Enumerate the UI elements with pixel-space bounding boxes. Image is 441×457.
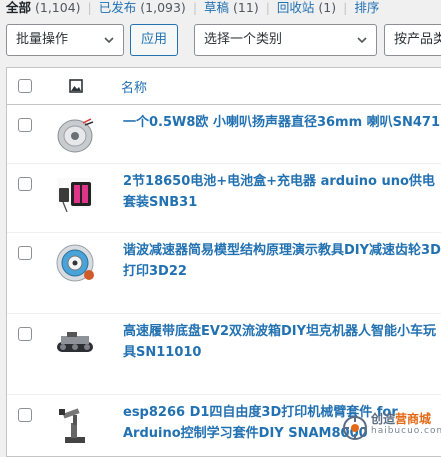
watermark-domain: haibucuo.com xyxy=(371,426,441,436)
watermark: 创造营商城 haibucuo.com xyxy=(343,408,441,448)
separator: | xyxy=(192,0,198,15)
separator: | xyxy=(87,0,92,15)
product-type-select[interactable]: 按产品类 xyxy=(384,24,441,56)
bulk-action-value: 批量操作 xyxy=(16,32,69,47)
filter-all[interactable]: 全部 (1,104) xyxy=(6,0,81,15)
separator: | xyxy=(343,0,348,15)
table-row: 谐波减速器简易模型结构原理演示教具DIY减速齿轮3D打印3D22 xyxy=(7,233,441,314)
row-checkbox[interactable] xyxy=(18,246,32,260)
filter-trash[interactable]: 回收站 (1) xyxy=(277,0,336,15)
table-header: 名称 xyxy=(7,68,441,105)
row-checkbox[interactable] xyxy=(18,327,32,341)
row-checkbox[interactable] xyxy=(18,408,32,422)
category-value: 选择一个类别 xyxy=(204,32,283,47)
row-checkbox[interactable] xyxy=(18,177,32,191)
battery-kit-thumbnail[interactable] xyxy=(53,172,97,216)
table-nav: 批量操作 应用 选择一个类别 按产品类 xyxy=(0,24,441,60)
product-title-link[interactable]: 一个0.5W8欧 小喇叭扬声器直径36mm 喇叭SN471 xyxy=(123,112,441,133)
product-type-value: 按产品类 xyxy=(394,32,441,47)
status-filter-bar: 全部 (1,104) | 已发布 (1,093) | 草稿 (11) | 回收站 (1) | 排… xyxy=(6,0,379,16)
speaker-thumbnail[interactable] xyxy=(53,113,97,157)
filter-drafts[interactable]: 草稿 (11) xyxy=(204,0,259,15)
robot-arm-thumbnail[interactable] xyxy=(53,403,97,447)
harmonic-reducer-thumbnail[interactable] xyxy=(53,241,97,285)
watermark-logo-icon xyxy=(343,416,367,440)
filter-published[interactable]: 已发布 (1,093) xyxy=(99,0,186,15)
table-row: 一个0.5W8欧 小喇叭扬声器直径36mm 喇叭SN471 xyxy=(7,105,441,164)
tank-chassis-thumbnail[interactable] xyxy=(53,322,97,366)
products-table: 名称 一个0.5W8欧 小喇叭扬声器直径36mm 喇叭SN471 2节18650… xyxy=(6,67,441,457)
column-header-name[interactable]: 名称 xyxy=(121,77,147,96)
product-title-link[interactable]: 2节18650电池+电池盒+充电器 arduino uno供电套装SNB31 xyxy=(123,171,441,213)
filter-sorting[interactable]: 排序 xyxy=(354,0,379,15)
chevron-down-icon xyxy=(104,37,114,44)
watermark-brand: 创造营商城 xyxy=(371,412,432,426)
row-checkbox[interactable] xyxy=(18,118,32,132)
product-title-link[interactable]: 谐波减速器简易模型结构原理演示教具DIY减速齿轮3D打印3D22 xyxy=(123,240,441,282)
table-row: 2节18650电池+电池盒+充电器 arduino uno供电套装SNB31 xyxy=(7,164,441,233)
bulk-action-select[interactable]: 批量操作 xyxy=(6,24,124,56)
category-select[interactable]: 选择一个类别 xyxy=(194,24,377,56)
table-row: 高速履带底盘EV2双流波箱DIY坦克机器人智能小车玩具SN11010 xyxy=(7,314,441,395)
separator: | xyxy=(265,0,270,15)
select-all-checkbox[interactable] xyxy=(18,79,32,93)
apply-button[interactable]: 应用 xyxy=(130,24,178,56)
image-icon xyxy=(69,79,83,93)
chevron-down-icon xyxy=(357,37,367,44)
product-title-link[interactable]: 高速履带底盘EV2双流波箱DIY坦克机器人智能小车玩具SN11010 xyxy=(123,321,441,363)
